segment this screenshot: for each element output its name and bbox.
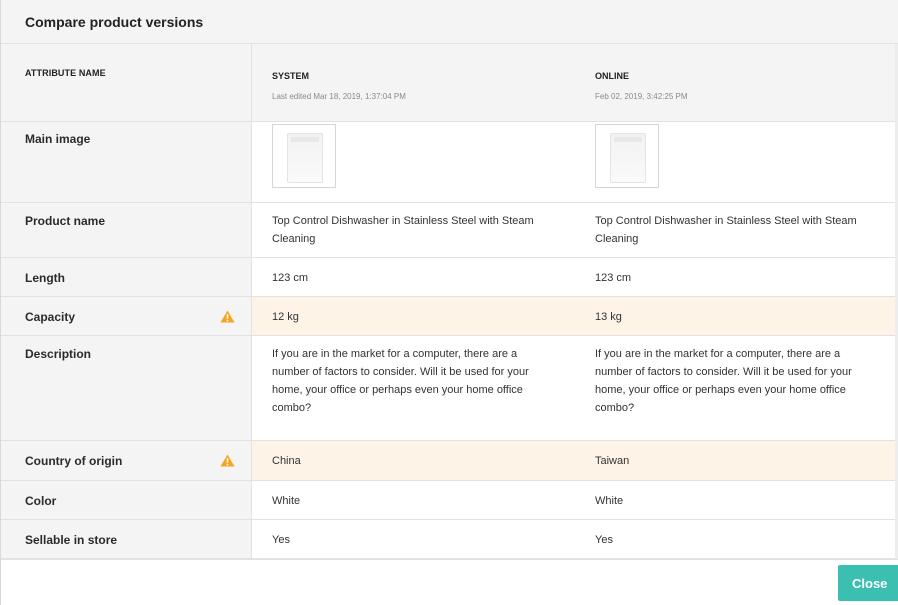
online-value-cell xyxy=(576,122,898,203)
dialog-footer xyxy=(1,559,898,605)
online-value-cell: Top Control Dishwasher in Stainless Stee… xyxy=(576,203,898,258)
online-column-title: ONLINE xyxy=(595,71,630,81)
compare-versions-dialog: Compare product versions ATTRIBUTE NAME … xyxy=(0,0,898,605)
system-value-cell: 123 cm xyxy=(252,258,576,297)
table-row: Description If you are in the market for… xyxy=(1,336,898,441)
online-value-cell: 13 kg xyxy=(576,297,898,336)
attribute-label: Color xyxy=(25,494,57,508)
table-row: Color White White xyxy=(1,481,898,520)
system-value-cell: China xyxy=(252,441,576,481)
warning-triangle-icon xyxy=(220,310,235,323)
attribute-label: Length xyxy=(25,271,65,285)
header-attribute-name: ATTRIBUTE NAME xyxy=(1,44,252,122)
warning-triangle-icon xyxy=(220,454,235,467)
attribute-cell: Capacity xyxy=(1,297,252,336)
attribute-label: Country of origin xyxy=(25,454,123,468)
washing-machine-thumbnail-icon xyxy=(287,133,323,183)
system-value-cell xyxy=(252,122,576,203)
attribute-label: Capacity xyxy=(25,310,76,324)
attribute-label: Product name xyxy=(25,214,106,228)
attribute-cell: Description xyxy=(1,336,252,441)
washing-machine-thumbnail-icon xyxy=(610,133,646,183)
online-last-edited: Feb 02, 2019, 3:42:25 PM xyxy=(595,92,688,101)
table-row: Length 123 cm 123 cm xyxy=(1,258,898,297)
attribute-cell: Product name xyxy=(1,203,252,258)
table-row: Sellable in store Yes Yes xyxy=(1,520,898,559)
attribute-label: Sellable in store xyxy=(25,533,118,547)
header-system-column: SYSTEM Last edited Mar 18, 2019, 1:37:04… xyxy=(252,44,576,122)
system-value-cell: Yes xyxy=(252,520,576,559)
online-value-cell: Yes xyxy=(576,520,898,559)
attribute-cell: Main image xyxy=(1,122,252,203)
dialog-title: Compare product versions xyxy=(25,14,204,30)
comparison-table[interactable]: ATTRIBUTE NAME SYSTEM Last edited Mar 18… xyxy=(1,44,898,559)
attribute-label: Description xyxy=(25,347,92,361)
online-value-cell: 123 cm xyxy=(576,258,898,297)
attribute-cell: Length xyxy=(1,258,252,297)
system-column-title: SYSTEM xyxy=(272,71,310,81)
table-header-row: ATTRIBUTE NAME SYSTEM Last edited Mar 18… xyxy=(1,44,898,122)
system-value-cell: 12 kg xyxy=(252,297,576,336)
online-value-cell: Taiwan xyxy=(576,441,898,481)
header-online-column: ONLINE Feb 02, 2019, 3:42:25 PM xyxy=(576,44,898,122)
online-value-cell: If you are in the market for a computer,… xyxy=(576,336,898,441)
table-row-warning: Country of origin China Taiwan xyxy=(1,441,898,481)
header-attribute-label: ATTRIBUTE NAME xyxy=(25,68,106,78)
system-value-cell: If you are in the market for a computer,… xyxy=(252,336,576,441)
attribute-label: Main image xyxy=(25,132,91,146)
online-value-cell: White xyxy=(576,481,898,520)
online-product-image[interactable] xyxy=(595,124,659,188)
dialog-header: Compare product versions xyxy=(1,0,898,44)
attribute-cell: Country of origin xyxy=(1,441,252,481)
system-last-edited: Last edited Mar 18, 2019, 1:37:04 PM xyxy=(272,92,406,101)
system-value-cell: White xyxy=(252,481,576,520)
attribute-cell: Color xyxy=(1,481,252,520)
system-value-cell: Top Control Dishwasher in Stainless Stee… xyxy=(252,203,576,258)
table-row-warning: Capacity 12 kg 13 kg xyxy=(1,297,898,336)
close-button[interactable]: Close xyxy=(838,565,898,601)
table-row: Product name Top Control Dishwasher in S… xyxy=(1,203,898,258)
attribute-cell: Sellable in store xyxy=(1,520,252,559)
table-row: Main image xyxy=(1,122,898,203)
system-product-image[interactable] xyxy=(272,124,336,188)
